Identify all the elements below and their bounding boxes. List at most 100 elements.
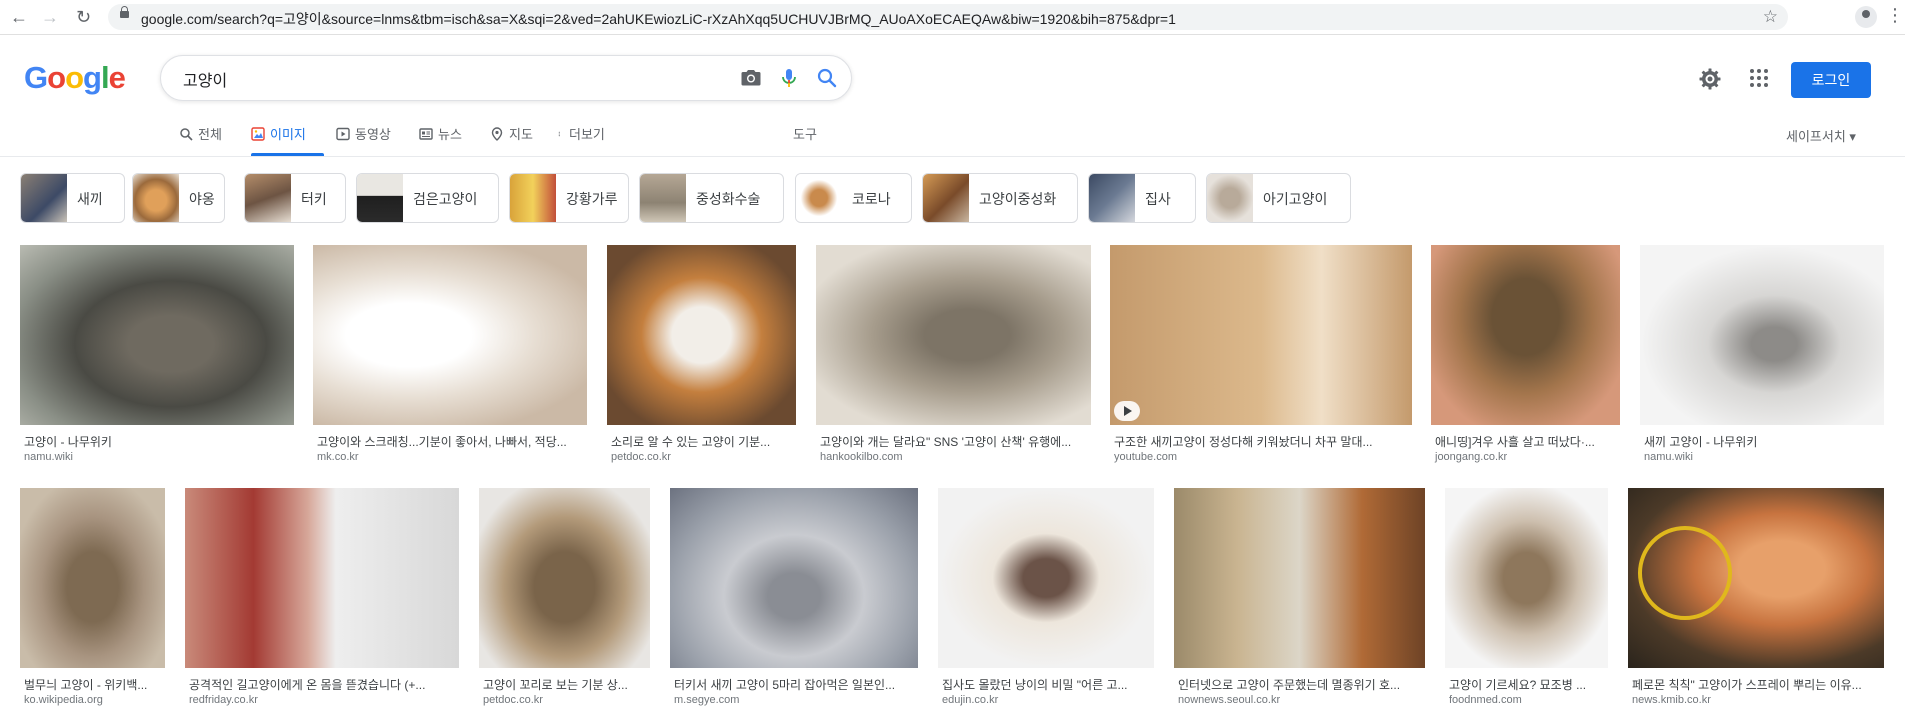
result-source[interactable]: foodnmed.com: [1449, 694, 1522, 706]
search-icon[interactable]: [815, 66, 839, 90]
result-source[interactable]: petdoc.co.kr: [483, 694, 543, 706]
result-thumbnail[interactable]: [20, 245, 294, 425]
tab-maps[interactable]: 지도: [490, 124, 533, 143]
chip-meow[interactable]: 야옹: [132, 173, 225, 223]
chip-corona[interactable]: 코로나: [795, 173, 912, 223]
tab-news[interactable]: 뉴스: [419, 124, 462, 143]
result-source[interactable]: youtube.com: [1114, 451, 1177, 463]
result-source[interactable]: joongang.co.kr: [1435, 451, 1507, 463]
google-logo[interactable]: Google: [24, 60, 126, 96]
chip-turkey[interactable]: 터키: [244, 173, 346, 223]
result-thumbnail[interactable]: [313, 245, 587, 425]
result-source[interactable]: petdoc.co.kr: [611, 451, 671, 463]
result-title[interactable]: 새끼 고양이 - 나무위키: [1644, 433, 1880, 450]
result-source[interactable]: nownews.seoul.co.kr: [1178, 694, 1280, 706]
result-title[interactable]: 고양이 - 나무위키: [24, 433, 290, 450]
result-thumbnail[interactable]: [1628, 488, 1884, 668]
browser-toolbar: ← → ↻ google.com/search?q=고양이&source=lnm…: [0, 0, 1905, 35]
result-thumbnail[interactable]: [479, 488, 650, 668]
video-play-icon[interactable]: [1114, 401, 1140, 421]
microphone-icon[interactable]: [777, 66, 801, 90]
image-result[interactable]: 인터넷으로 고양이 주문했는데 멸종위기 호... nownews.seoul.…: [1174, 488, 1425, 710]
camera-icon[interactable]: [739, 66, 763, 90]
forward-arrow-icon[interactable]: →: [41, 8, 59, 26]
image-result[interactable]: 소리로 알 수 있는 고양이 기분... petdoc.co.kr: [607, 245, 796, 465]
result-source[interactable]: redfriday.co.kr: [189, 694, 258, 706]
result-thumbnail[interactable]: [607, 245, 796, 425]
result-thumbnail[interactable]: [1640, 245, 1884, 425]
image-result[interactable]: 새끼 고양이 - 나무위키 namu.wiki: [1640, 245, 1884, 465]
result-source[interactable]: ko.wikipedia.org: [24, 694, 103, 706]
search-input[interactable]: [181, 66, 705, 92]
result-thumbnail[interactable]: [1110, 245, 1412, 425]
result-thumbnail[interactable]: [1445, 488, 1608, 668]
image-icon: [251, 126, 265, 141]
bookmark-star-icon[interactable]: ☆: [1763, 7, 1778, 27]
result-source[interactable]: edujin.co.kr: [942, 694, 998, 706]
safesearch-button[interactable]: 세이프서치 ▾: [1786, 126, 1856, 145]
result-source[interactable]: mk.co.kr: [317, 451, 359, 463]
image-result[interactable]: 애니띵]겨우 사흘 살고 떠났다·... joongang.co.kr: [1431, 245, 1620, 465]
result-title[interactable]: 집사도 몰랐던 냥이의 비밀 "어른 고...: [942, 676, 1150, 693]
result-title[interactable]: 페로몬 칙칙" 고양이가 스프레이 뿌리는 이유...: [1632, 676, 1880, 693]
result-title[interactable]: 터키서 새끼 고양이 5마리 잡아먹은 일본인...: [674, 676, 914, 693]
image-result[interactable]: 페로몬 칙칙" 고양이가 스프레이 뿌리는 이유... news.kmib.co…: [1628, 488, 1884, 710]
image-result[interactable]: 공격적인 길고양이에게 온 몸을 뜯겼습니다 (+... redfriday.c…: [185, 488, 459, 710]
back-arrow-icon[interactable]: ←: [10, 8, 28, 26]
chip-thumbnail: [923, 174, 969, 222]
tab-all[interactable]: 전체: [179, 124, 222, 143]
result-title[interactable]: 애니띵]겨우 사흘 살고 떠났다·...: [1435, 433, 1616, 450]
image-result[interactable]: 고양이 기르세요? 묘조병 ... foodnmed.com: [1445, 488, 1608, 710]
result-source[interactable]: m.segye.com: [674, 694, 739, 706]
result-thumbnail[interactable]: [670, 488, 918, 668]
result-title[interactable]: 벌무늬 고양이 - 위키백...: [24, 676, 161, 693]
image-result[interactable]: 고양이와 스크래칭...기분이 좋아서, 나빠서, 적당... mk.co.kr: [313, 245, 587, 465]
tab-label: 전체: [198, 127, 222, 142]
tab-images[interactable]: 이미지: [251, 124, 306, 143]
reload-icon[interactable]: ↻: [76, 8, 91, 26]
chip-turmeric[interactable]: 강황가루: [509, 173, 629, 223]
result-title[interactable]: 고양이와 개는 달라요" SNS '고양이 산책' 유행에...: [820, 433, 1087, 450]
chip-black-cat[interactable]: 검은고양이: [356, 173, 499, 223]
chip-cat-neutering[interactable]: 고양이중성화: [922, 173, 1078, 223]
result-title[interactable]: 소리로 알 수 있는 고양이 기분...: [611, 433, 792, 450]
image-result[interactable]: 고양이 - 나무위키 namu.wiki: [20, 245, 294, 465]
result-title[interactable]: 고양이와 스크래칭...기분이 좋아서, 나빠서, 적당...: [317, 433, 583, 450]
address-bar[interactable]: google.com/search?q=고양이&source=lnms&tbm=…: [108, 4, 1788, 30]
result-source[interactable]: news.kmib.co.kr: [1632, 694, 1711, 706]
image-result[interactable]: 고양이와 개는 달라요" SNS '고양이 산책' 유행에... hankook…: [816, 245, 1091, 465]
result-thumbnail[interactable]: [1431, 245, 1620, 425]
settings-gear-icon[interactable]: [1698, 67, 1722, 91]
browser-menu-icon[interactable]: ⋮: [1886, 5, 1904, 26]
result-title[interactable]: 구조한 새끼고양이 정성다해 키워놨더니 차꾸 말대...: [1114, 433, 1408, 450]
result-title[interactable]: 고양이 꼬리로 보는 기분 상...: [483, 676, 646, 693]
result-thumbnail[interactable]: [938, 488, 1154, 668]
result-thumbnail[interactable]: [20, 488, 165, 668]
tools-button[interactable]: 도구: [793, 124, 817, 143]
result-thumbnail[interactable]: [816, 245, 1091, 425]
apps-grid-icon[interactable]: [1748, 67, 1770, 89]
image-result[interactable]: 벌무늬 고양이 - 위키백... ko.wikipedia.org: [20, 488, 165, 710]
result-source[interactable]: namu.wiki: [24, 451, 73, 463]
image-result[interactable]: 집사도 몰랐던 냥이의 비밀 "어른 고... edujin.co.kr: [938, 488, 1154, 710]
result-title[interactable]: 인터넷으로 고양이 주문했는데 멸종위기 호...: [1178, 676, 1421, 693]
chip-neutering-surgery[interactable]: 중성화수술: [639, 173, 784, 223]
result-title[interactable]: 고양이 기르세요? 묘조병 ...: [1449, 676, 1604, 693]
image-result[interactable]: 구조한 새끼고양이 정성다해 키워놨더니 차꾸 말대... youtube.co…: [1110, 245, 1412, 465]
image-result[interactable]: 고양이 꼬리로 보는 기분 상... petdoc.co.kr: [479, 488, 650, 710]
chip-baby-cat[interactable]: 아기고양이: [1206, 173, 1351, 223]
chip-kitten[interactable]: 새끼: [20, 173, 125, 223]
result-title[interactable]: 공격적인 길고양이에게 온 몸을 뜯겼습니다 (+...: [189, 676, 455, 693]
image-result[interactable]: 터키서 새끼 고양이 5마리 잡아먹은 일본인... m.segye.com: [670, 488, 918, 710]
logo-letter: e: [108, 60, 126, 95]
tab-videos[interactable]: 동영상: [336, 124, 391, 143]
result-thumbnail[interactable]: [1174, 488, 1425, 668]
address-url[interactable]: google.com/search?q=고양이&source=lnms&tbm=…: [141, 9, 1176, 29]
chip-butler[interactable]: 집사: [1088, 173, 1196, 223]
result-thumbnail[interactable]: [185, 488, 459, 668]
result-source[interactable]: hankookilbo.com: [820, 451, 903, 463]
profile-avatar-icon[interactable]: [1855, 6, 1877, 28]
tab-more[interactable]: 더보기: [558, 124, 605, 143]
result-source[interactable]: namu.wiki: [1644, 451, 1693, 463]
login-button[interactable]: 로그인: [1791, 62, 1871, 98]
